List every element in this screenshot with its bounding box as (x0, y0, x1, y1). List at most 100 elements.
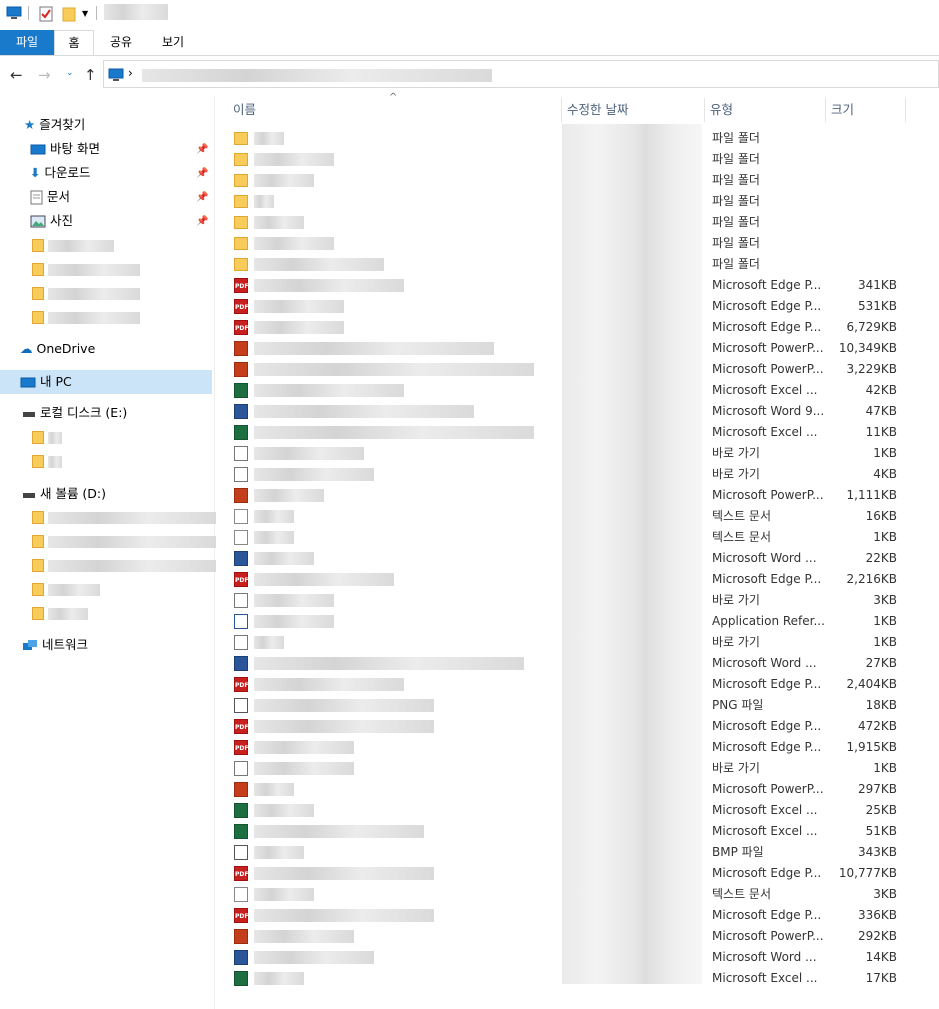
pin-icon[interactable]: 📌 (196, 144, 208, 155)
sidebar-item-folder[interactable] (32, 506, 216, 528)
sidebar-item-folder[interactable] (32, 258, 140, 280)
file-row[interactable]: BMP 파일 343KB (215, 842, 939, 863)
sidebar-item-downloads[interactable]: ⬇ 다운로드 (30, 162, 90, 184)
column-date-modified[interactable]: 수정한 날짜 (567, 96, 628, 124)
sidebar-item-network[interactable]: 네트워크 (22, 634, 88, 656)
column-divider[interactable] (905, 98, 906, 122)
xls-file-icon (234, 383, 248, 398)
properties-icon[interactable] (39, 6, 53, 25)
file-row[interactable]: PNG 파일 18KB (215, 695, 939, 716)
up-icon[interactable]: ↑ (84, 66, 97, 84)
file-row[interactable]: 바로 가기 1KB (215, 443, 939, 464)
pin-icon[interactable]: 📌 (196, 168, 208, 179)
pdf-file-icon: PDF (234, 299, 248, 314)
file-row[interactable]: Microsoft Word 9... 47KB (215, 401, 939, 422)
sidebar-item-desktop[interactable]: 바탕 화면 (30, 138, 100, 160)
sidebar-item-this-pc[interactable]: 내 PC (20, 371, 72, 393)
file-row[interactable]: 파일 폴더 (215, 149, 939, 170)
file-row[interactable]: Microsoft Word ... 22KB (215, 548, 939, 569)
file-row[interactable]: Microsoft Word ... 14KB (215, 947, 939, 968)
file-row[interactable]: PDF Microsoft Edge P... 2,404KB (215, 674, 939, 695)
file-row[interactable]: 바로 가기 3KB (215, 590, 939, 611)
sidebar-item-pictures[interactable]: 사진 (30, 210, 73, 232)
file-row[interactable]: 바로 가기 4KB (215, 464, 939, 485)
lnk-file-icon (234, 467, 248, 482)
forward-icon[interactable]: → (38, 66, 51, 84)
file-row[interactable]: PDF Microsoft Edge P... 2,216KB (215, 569, 939, 590)
file-name (254, 321, 344, 334)
file-row[interactable]: 텍스트 문서 16KB (215, 506, 939, 527)
file-row[interactable]: PDF Microsoft Edge P... 336KB (215, 905, 939, 926)
file-name (254, 825, 424, 838)
file-row[interactable]: Microsoft Excel ... 42KB (215, 380, 939, 401)
file-row[interactable]: Microsoft Word ... 27KB (215, 653, 939, 674)
column-divider[interactable] (561, 98, 562, 122)
sidebar-item-drive-d[interactable]: 새 볼륨 (D:) (22, 483, 106, 505)
tab-view[interactable]: 보기 (152, 30, 194, 55)
file-row[interactable]: 텍스트 문서 3KB (215, 884, 939, 905)
file-row[interactable]: Microsoft Excel ... 17KB (215, 968, 939, 989)
file-row[interactable]: Microsoft Excel ... 25KB (215, 800, 939, 821)
file-row[interactable]: Microsoft PowerP... 292KB (215, 926, 939, 947)
navigation-bar: ← → ⌄ ↑ › (0, 56, 939, 94)
file-row[interactable]: PDF Microsoft Edge P... 1,915KB (215, 737, 939, 758)
tab-share[interactable]: 공유 (100, 30, 142, 55)
file-row[interactable]: 텍스트 문서 1KB (215, 527, 939, 548)
pin-icon[interactable]: 📌 (196, 216, 208, 227)
column-size[interactable]: 크기 (831, 96, 854, 124)
tab-file[interactable]: 파일 (0, 30, 54, 55)
sidebar-item-label: 문서 (46, 189, 70, 204)
tab-home[interactable]: 홈 (54, 30, 94, 55)
file-row[interactable]: 파일 폴더 (215, 170, 939, 191)
new-folder-icon[interactable] (62, 6, 76, 25)
back-icon[interactable]: ← (10, 66, 23, 84)
file-row[interactable]: 파일 폴더 (215, 233, 939, 254)
file-row[interactable]: PDF Microsoft Edge P... 6,729KB (215, 317, 939, 338)
file-row[interactable]: Microsoft Excel ... 51KB (215, 821, 939, 842)
file-row[interactable]: Microsoft PowerP... 1,111KB (215, 485, 939, 506)
sidebar-item-folder[interactable] (32, 234, 114, 256)
file-name (254, 783, 294, 796)
file-row[interactable]: PDF Microsoft Edge P... 341KB (215, 275, 939, 296)
recent-locations-icon[interactable]: ⌄ (66, 68, 74, 78)
file-size: 3,229KB (846, 362, 897, 376)
computer-icon[interactable] (6, 6, 22, 23)
sidebar-item-onedrive[interactable]: ☁ OneDrive (20, 338, 95, 360)
file-row[interactable]: 파일 폴더 (215, 212, 939, 233)
file-row[interactable]: 파일 폴더 (215, 254, 939, 275)
column-divider[interactable] (825, 98, 826, 122)
folder-icon (32, 431, 44, 444)
column-divider[interactable] (704, 98, 705, 122)
sidebar-item-folder[interactable] (32, 554, 216, 576)
file-row[interactable]: 바로 가기 1KB (215, 758, 939, 779)
sidebar-item-folder[interactable] (32, 530, 216, 552)
pin-icon[interactable]: 📌 (196, 192, 208, 203)
sidebar-item-folder[interactable] (32, 306, 140, 328)
file-row[interactable]: Microsoft PowerP... 10,349KB (215, 338, 939, 359)
file-row[interactable]: 파일 폴더 (215, 128, 939, 149)
file-row[interactable]: Microsoft PowerP... 297KB (215, 779, 939, 800)
customize-toolbar-icon[interactable]: ▼ (82, 9, 88, 18)
sidebar-item-folder[interactable] (32, 450, 62, 472)
sidebar-item-folder[interactable] (32, 282, 140, 304)
file-row[interactable]: PDF Microsoft Edge P... 10,777KB (215, 863, 939, 884)
file-row[interactable]: Application Refer... 1KB (215, 611, 939, 632)
file-row[interactable]: Microsoft PowerP... 3,229KB (215, 359, 939, 380)
file-type: Microsoft Edge P... (712, 908, 822, 922)
column-name[interactable]: 이름 (233, 96, 256, 124)
file-name (254, 153, 334, 166)
file-row[interactable]: 파일 폴더 (215, 191, 939, 212)
sidebar-item-quick-access[interactable]: ★ 즐겨찾기 (24, 114, 85, 136)
sidebar-item-drive-e[interactable]: 로컬 디스크 (E:) (22, 402, 127, 424)
sidebar-item-folder[interactable] (32, 602, 88, 624)
column-type[interactable]: 유형 (710, 96, 733, 124)
sidebar-item-folder[interactable] (32, 578, 100, 600)
address-bar[interactable]: › (103, 60, 939, 88)
file-row[interactable]: Microsoft Excel ... 11KB (215, 422, 939, 443)
file-row[interactable]: PDF Microsoft Edge P... 531KB (215, 296, 939, 317)
sidebar-item-documents[interactable]: 문서 (30, 186, 70, 208)
file-row[interactable]: 바로 가기 1KB (215, 632, 939, 653)
sidebar-item-folder[interactable] (32, 426, 62, 448)
file-row[interactable]: PDF Microsoft Edge P... 472KB (215, 716, 939, 737)
img-file-icon (234, 698, 248, 713)
